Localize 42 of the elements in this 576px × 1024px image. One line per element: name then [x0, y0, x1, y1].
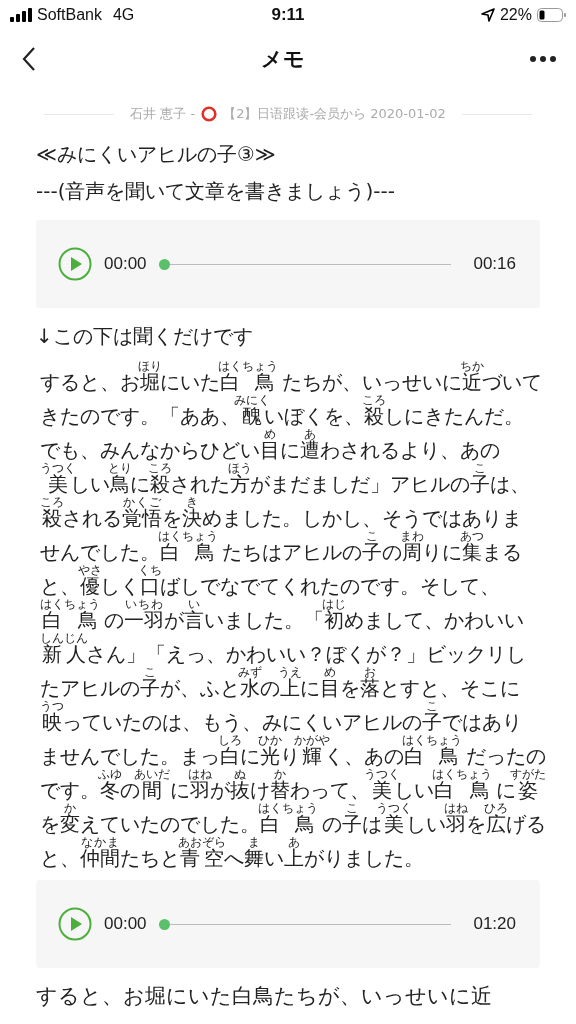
progress-thumb[interactable] [158, 918, 170, 930]
passage-line: 映 うつ っていたのは、もう、みにくいアヒルの子 こ ではあり [40, 700, 523, 734]
passage-line: きたのです。「ああ、醜 みにく いぼくを、殺 ころ しにきたんだ。 [40, 394, 525, 428]
duration-time: 00:16 [473, 254, 516, 274]
play-button[interactable] [58, 907, 92, 941]
passage-line: 白 鳥 はくちょう の一羽 いちわ が言 い いました。「初 はじ めまして、かわいい [40, 598, 526, 632]
battery-icon [537, 8, 566, 22]
memo-title: ---(音声を聞いて文章を書きましょう)--- [36, 178, 396, 205]
circle-icon [201, 106, 218, 122]
source-label: 【2】日语跟读-会员から 2020-01-02 [223, 105, 446, 123]
progress-thumb[interactable] [158, 258, 170, 270]
battery-percent: 22% [499, 6, 532, 24]
play-button[interactable] [58, 247, 92, 281]
author-name: 石井 恵子 - [130, 105, 196, 123]
duration-time: 01:20 [473, 914, 516, 934]
body-text: すると、お堀にいた白鳥たちが、いっせいに近 [36, 983, 493, 1010]
passage-line: を変 か えていたのでした。白 鳥 はくちょう の子 こ は美 うつく しい羽 はね を広 ひろ げる [40, 802, 547, 836]
clock-time: 9:11 [271, 5, 305, 25]
passage-line: せんでした。白 鳥 はくちょう たちはアヒルの子 こ の周 まわ りに集 あつ まる [40, 530, 523, 564]
passage-line: と、仲間 なかま たちと青空 あおぞら へ舞 ま い上 あ がりました。 [40, 836, 425, 870]
passage-line: です。冬 ふゆ の間 あいだ に羽 はね が抜 ぬ け替 か わって、美 うつく しい白 鳥 はくちょう に姿 すがた [40, 768, 548, 802]
passage-line: ませんでした。まっ白 しろ に光 ひか り 輝 かがや く、あの白 鳥 はくちょう だったの [40, 734, 547, 768]
passage-line: 新人 しんじん さん」「えっ、かわいい？ぼくが？」ビックリし [40, 632, 527, 666]
more-icon [530, 56, 556, 62]
screen-title: メモ [261, 46, 305, 73]
signal-icon [10, 8, 32, 22]
passage-line: でも、みんなからひどい目 め に遭 あ わされるより、あの [40, 428, 501, 462]
elapsed-time: 00:00 [104, 914, 147, 934]
passage-line: 美 うつく しい鳥 とり に殺 ころ された方 ほう がまだましだ」アヒルの子 こ は、 [40, 462, 531, 496]
chevron-left-icon [22, 47, 36, 71]
passage-line: 殺 ころ される覚悟 かくご を決 き めました。しかし、そうではありま [40, 496, 523, 530]
carrier-name: SoftBank [37, 6, 102, 24]
note-text: ↓この下は聞くだけです [36, 323, 254, 350]
elapsed-time: 00:00 [104, 254, 147, 274]
play-icon [58, 907, 92, 941]
passage-line: すると、お堀 ほり にいた白 鳥 はくちょう たちが、いっせいに近 ちか づいて [40, 360, 543, 394]
play-icon [58, 247, 92, 281]
passage-line: たアヒルの子 こ が、ふと水 みず の上 うえ に 目 め を落 お とすと、そこに [40, 666, 521, 700]
memo-title: ≪みにくいアヒルの子③≫ [36, 141, 277, 168]
passage-line: と、優 やさ しく 口 くち ばしでなでてくれたのです。そして、 [40, 564, 501, 598]
network-type: 4G [112, 6, 135, 24]
location-arrow-icon [480, 8, 495, 22]
